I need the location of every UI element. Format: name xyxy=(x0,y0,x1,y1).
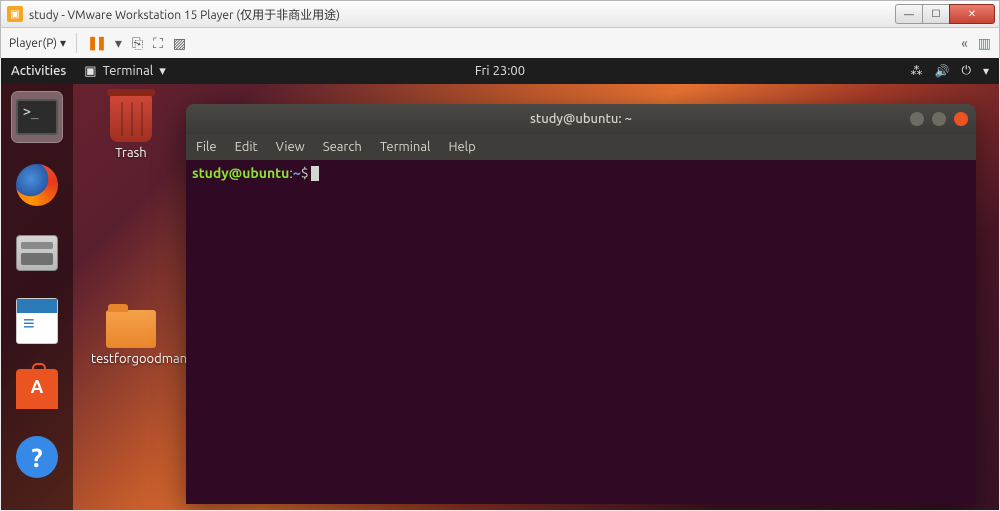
activities-button[interactable]: Activities xyxy=(11,64,66,78)
ubuntu-dock: ? xyxy=(1,84,73,510)
tray-dropdown-icon[interactable]: ▾ xyxy=(983,64,989,78)
fullscreen-icon[interactable]: ⛶ xyxy=(153,35,163,52)
dropdown-arrow-icon: ▾ xyxy=(60,36,66,50)
app-indicator-label: Terminal xyxy=(103,64,154,78)
send-ctrl-alt-del-icon[interactable]: ⎘ xyxy=(132,35,143,52)
dock-libreoffice-writer[interactable] xyxy=(12,296,62,346)
terminal-titlebar[interactable]: study@ubuntu: ~ xyxy=(186,104,976,134)
firefox-icon xyxy=(16,164,58,206)
dock-terminal[interactable] xyxy=(12,92,62,142)
player-menu-label: Player(P) xyxy=(9,37,57,50)
windows-minimize-button[interactable]: — xyxy=(895,4,923,24)
terminal-menu-search[interactable]: Search xyxy=(323,140,362,154)
dock-help[interactable]: ? xyxy=(12,432,62,482)
folder-icon xyxy=(106,310,156,348)
windows-maximize-button[interactable]: ☐ xyxy=(922,4,950,24)
terminal-menu-help[interactable]: Help xyxy=(448,140,475,154)
terminal-icon xyxy=(16,99,58,135)
terminal-menu-file[interactable]: File xyxy=(196,140,217,154)
windows-close-button[interactable]: ✕ xyxy=(949,4,995,24)
unity-mode-icon[interactable]: ▨ xyxy=(173,35,186,52)
prompt-path: ~ xyxy=(293,165,301,181)
trash-label: Trash xyxy=(91,146,171,160)
volume-icon[interactable]: 🔊 xyxy=(935,64,950,78)
terminal-minimize-button[interactable] xyxy=(910,112,924,126)
vm-guest-viewport: Activities ▣ Terminal ▾ Fri 23:00 ⁂ 🔊 ⏻ … xyxy=(1,58,999,510)
ubuntu-top-panel: Activities ▣ Terminal ▾ Fri 23:00 ⁂ 🔊 ⏻ … xyxy=(1,58,999,84)
vmware-tools-icon[interactable]: ▥ xyxy=(978,35,991,52)
pause-icon[interactable]: ❚❚ xyxy=(87,36,105,51)
terminal-menu-terminal[interactable]: Terminal xyxy=(380,140,431,154)
windows-titlebar: study - VMware Workstation 15 Player (仅用… xyxy=(0,0,1000,28)
app-indicator-arrow-icon: ▾ xyxy=(159,64,166,79)
dock-ubuntu-software[interactable] xyxy=(12,364,62,414)
desktop-icons-area: Trash testforgoodman xyxy=(91,94,171,366)
help-icon: ? xyxy=(16,436,58,478)
dock-firefox[interactable] xyxy=(12,160,62,210)
panel-clock[interactable]: Fri 23:00 xyxy=(475,64,525,78)
vmware-toolbar: Player(P) ▾ ❚❚ ▾ ⎘ ⛶ ▨ « ▥ xyxy=(0,28,1000,58)
terminal-menubar: File Edit View Search Terminal Help xyxy=(186,134,976,160)
windows-title-text: study - VMware Workstation 15 Player (仅用… xyxy=(29,6,896,23)
player-menu-button[interactable]: Player(P) ▾ xyxy=(9,36,66,50)
terminal-body[interactable]: study@ubuntu:~$ xyxy=(186,160,976,186)
folder-label: testforgoodman xyxy=(91,352,171,366)
app-indicator[interactable]: ▣ Terminal ▾ xyxy=(84,64,165,79)
terminal-maximize-button[interactable] xyxy=(932,112,946,126)
files-icon xyxy=(16,235,58,271)
desktop-folder-testforgoodman[interactable]: testforgoodman xyxy=(91,310,171,366)
power-icon[interactable]: ⏻ xyxy=(961,64,971,78)
terminal-window-controls xyxy=(910,112,968,126)
network-icon[interactable]: ⁂ xyxy=(911,64,923,78)
toolbar-separator xyxy=(76,33,77,53)
dock-files[interactable] xyxy=(12,228,62,278)
terminal-menu-edit[interactable]: Edit xyxy=(235,140,258,154)
prompt-user-host: study@ubuntu xyxy=(192,165,289,181)
terminal-cursor xyxy=(311,166,319,181)
libreoffice-writer-icon xyxy=(16,298,58,344)
terminal-title-text: study@ubuntu: ~ xyxy=(530,112,632,126)
terminal-close-button[interactable] xyxy=(954,112,968,126)
terminal-window[interactable]: study@ubuntu: ~ File Edit View Search Te… xyxy=(186,104,976,504)
ubuntu-software-icon xyxy=(16,369,58,409)
cycle-windows-icon[interactable]: « xyxy=(961,35,968,51)
windows-control-buttons: — ☐ ✕ xyxy=(896,4,995,24)
pause-dropdown-icon[interactable]: ▾ xyxy=(115,35,122,52)
system-tray: ⁂ 🔊 ⏻ ▾ xyxy=(911,64,989,78)
desktop-trash[interactable]: Trash xyxy=(91,94,171,160)
terminal-menu-view[interactable]: View xyxy=(276,140,305,154)
prompt-symbol: $ xyxy=(301,165,309,181)
terminal-panel-icon: ▣ xyxy=(84,64,96,79)
trash-icon xyxy=(110,94,152,142)
vmware-app-icon xyxy=(7,6,23,22)
ubuntu-desktop[interactable]: ? Trash testforgoodman study@ubuntu: ~ xyxy=(1,84,999,510)
